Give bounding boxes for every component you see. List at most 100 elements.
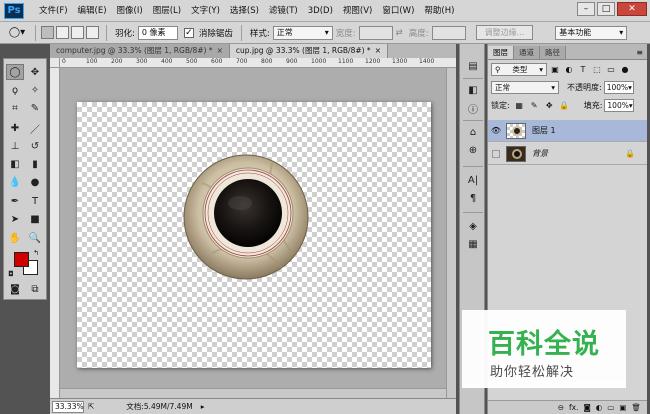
- tab-channels[interactable]: 通道: [514, 46, 540, 59]
- tab-computer[interactable]: computer.jpg @ 33.3% (图层 1, RGB/8#) * ×: [50, 44, 230, 58]
- canvas-area[interactable]: [60, 68, 456, 398]
- new-layer-icon[interactable]: ▣: [619, 403, 626, 412]
- type-tool-icon[interactable]: T: [26, 193, 44, 209]
- pen-tool-icon[interactable]: ✒: [6, 193, 24, 209]
- history-panel-icon[interactable]: ▤: [464, 58, 482, 74]
- quick-mask-icon[interactable]: ◙: [6, 281, 24, 297]
- clone-source-icon[interactable]: ⊕: [464, 142, 482, 158]
- horizontal-scrollbar[interactable]: [60, 388, 446, 398]
- fill-input[interactable]: 100% ▾: [604, 98, 635, 112]
- mask-icon[interactable]: ◙: [583, 403, 590, 412]
- lock-position-icon[interactable]: ✥: [544, 100, 555, 111]
- info-panel-icon[interactable]: ⓘ: [464, 100, 482, 116]
- opacity-input[interactable]: 100% ▾: [603, 80, 634, 94]
- pixel-filter-icon[interactable]: ▣: [549, 65, 561, 74]
- filter-toggle-icon[interactable]: ●: [619, 65, 631, 74]
- zoom-input[interactable]: 33.33%: [52, 400, 84, 413]
- hand-tool-icon[interactable]: ✋: [6, 230, 24, 246]
- character-panel-icon[interactable]: A|: [464, 172, 482, 188]
- fx-icon[interactable]: fx.: [569, 403, 578, 412]
- properties-panel-icon[interactable]: ◧: [464, 82, 482, 98]
- menu-view[interactable]: 视图(V): [338, 0, 377, 22]
- adjustment-filter-icon[interactable]: ◐: [563, 65, 575, 74]
- new-selection-button[interactable]: [41, 26, 54, 39]
- move-tool-icon[interactable]: ✥: [26, 64, 44, 80]
- menu-filter[interactable]: 滤镜(T): [264, 0, 303, 22]
- trash-icon[interactable]: 🗑: [631, 403, 641, 412]
- timeline-panel-icon[interactable]: ▦: [464, 236, 482, 252]
- eraser-tool-icon[interactable]: ◧: [6, 156, 24, 172]
- zoom-tool-icon[interactable]: 🔍: [26, 230, 44, 246]
- foreground-color-swatch[interactable]: [14, 252, 29, 267]
- share-icon[interactable]: ⇱: [88, 402, 94, 411]
- tab-cup[interactable]: cup.jpg @ 33.3% (图层 1, RGB/8#) * ×: [229, 44, 388, 58]
- layer-row-1[interactable]: 👁 图层 1: [488, 120, 647, 142]
- style-select[interactable]: 正常 ▾: [272, 25, 333, 40]
- rectangle-tool-icon[interactable]: ■: [26, 211, 44, 227]
- healing-brush-tool-icon[interactable]: ✚: [6, 120, 24, 136]
- coffee-cup-image: [183, 154, 309, 280]
- brush-panel-icon[interactable]: ⌂: [464, 124, 482, 140]
- smart-object-filter-icon[interactable]: ▭: [605, 65, 617, 74]
- layer-row-background[interactable]: 背景 🔒: [488, 143, 647, 165]
- lasso-tool-icon[interactable]: ϙ: [6, 82, 24, 98]
- subtract-selection-button[interactable]: [71, 26, 84, 39]
- magic-wand-tool-icon[interactable]: ✧: [26, 82, 44, 98]
- maximize-button[interactable]: □: [597, 2, 615, 16]
- close-button[interactable]: ✕: [617, 2, 647, 16]
- menu-type[interactable]: 文字(Y): [186, 0, 225, 22]
- blur-tool-icon[interactable]: 💧: [6, 174, 24, 190]
- screen-mode-icon[interactable]: ⧉: [26, 281, 44, 297]
- blend-mode-select[interactable]: 正常 ▾: [491, 80, 559, 94]
- visibility-toggle[interactable]: [492, 149, 500, 158]
- menu-select[interactable]: 选择(S): [225, 0, 264, 22]
- menu-layer[interactable]: 图层(L): [148, 0, 186, 22]
- brush-tool-icon[interactable]: ／: [26, 120, 44, 136]
- swap-colors-icon[interactable]: ↰: [30, 245, 42, 261]
- ellipse-marquee-icon[interactable]: ◯▾: [4, 25, 30, 41]
- ellipse-marquee-tool-icon[interactable]: ◯: [6, 64, 24, 80]
- panel-menu-icon[interactable]: ≡: [636, 46, 643, 59]
- ruler-tick: 1300: [392, 58, 408, 65]
- menu-edit[interactable]: 编辑(E): [73, 0, 112, 22]
- feather-input[interactable]: 0 像素: [137, 25, 178, 40]
- layer-filter-select[interactable]: ⚲ 类型 ▾: [491, 62, 547, 76]
- tab-paths[interactable]: 路径: [540, 46, 566, 59]
- type-filter-icon[interactable]: T: [577, 65, 589, 74]
- menu-image[interactable]: 图像(I): [112, 0, 148, 22]
- tab-layers[interactable]: 图层: [488, 46, 514, 59]
- eye-icon[interactable]: 👁: [488, 126, 504, 135]
- menu-help[interactable]: 帮助(H): [419, 0, 459, 22]
- clone-stamp-tool-icon[interactable]: ⊥: [6, 138, 24, 154]
- document-canvas[interactable]: [77, 102, 431, 368]
- crop-tool-icon[interactable]: ⌗: [6, 100, 24, 116]
- vertical-scrollbar[interactable]: [446, 68, 456, 398]
- group-icon[interactable]: ▭: [607, 403, 614, 412]
- path-selection-tool-icon[interactable]: ➤: [6, 211, 24, 227]
- default-colors-icon[interactable]: ◘: [6, 266, 16, 282]
- intersect-selection-button[interactable]: [86, 26, 99, 39]
- lock-transparent-icon[interactable]: ▦: [514, 100, 525, 111]
- shape-filter-icon[interactable]: ⬚: [591, 65, 603, 74]
- menu-3d[interactable]: 3D(D): [303, 0, 338, 22]
- add-selection-button[interactable]: [56, 26, 69, 39]
- link-layers-icon[interactable]: ⊖: [558, 403, 564, 412]
- chevron-right-icon[interactable]: ▸: [201, 402, 205, 411]
- menu-file[interactable]: 文件(F): [34, 0, 73, 22]
- history-brush-tool-icon[interactable]: ↺: [26, 138, 44, 154]
- status-bar: 33.33% ⇱ 文档:5.49M/7.49M ▸: [50, 398, 456, 414]
- gradient-tool-icon[interactable]: ▮: [26, 156, 44, 172]
- close-icon[interactable]: ×: [375, 46, 381, 55]
- close-icon[interactable]: ×: [217, 46, 223, 55]
- eyedropper-tool-icon[interactable]: ✎: [26, 100, 44, 116]
- adjustment-icon[interactable]: ◐: [596, 403, 603, 412]
- menu-window[interactable]: 窗口(W): [377, 0, 419, 22]
- antialias-checkbox[interactable]: ✓: [183, 27, 194, 38]
- dodge-tool-icon[interactable]: ●: [26, 174, 44, 190]
- lock-all-icon[interactable]: 🔒: [559, 100, 570, 111]
- minimize-button[interactable]: –: [577, 2, 595, 16]
- paragraph-panel-icon[interactable]: ¶: [464, 190, 482, 206]
- 3d-panel-icon[interactable]: ◈: [464, 218, 482, 234]
- workspace-select[interactable]: 基本功能 ▾: [555, 25, 628, 40]
- lock-image-icon[interactable]: ✎: [529, 100, 540, 111]
